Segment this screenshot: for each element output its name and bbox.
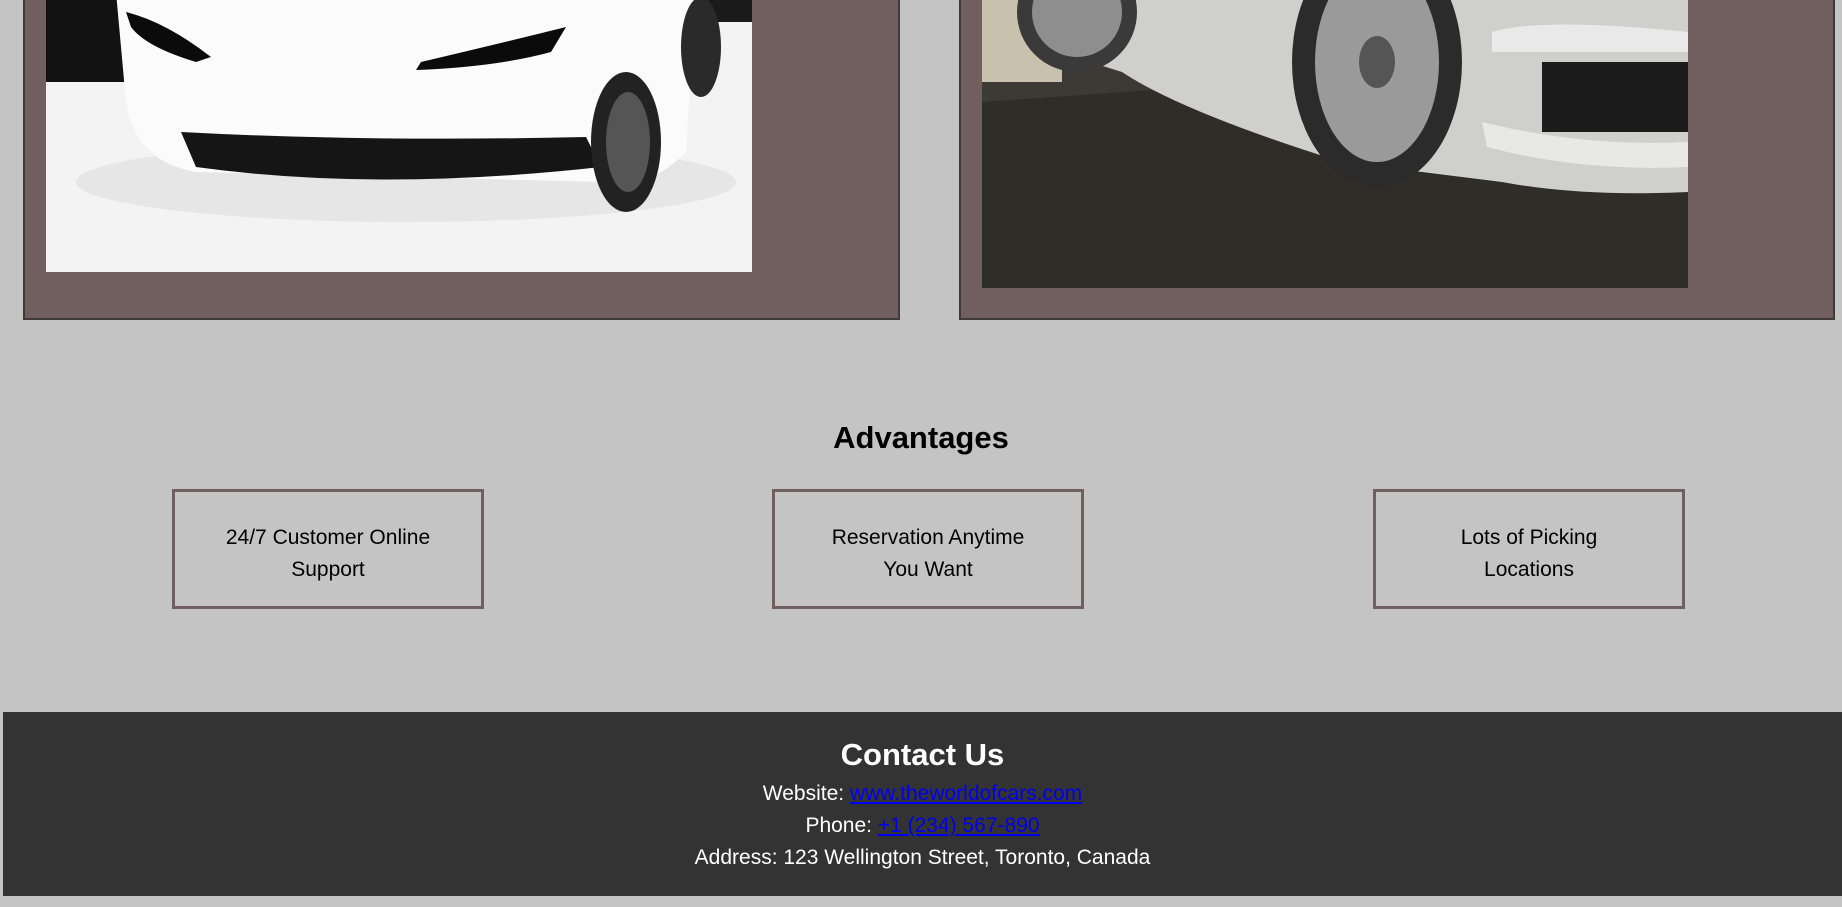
contact-footer: Contact Us Website: www.theworldofcars.c…: [3, 712, 1842, 896]
advantage-box-locations: Lots of Picking Locations: [1373, 489, 1685, 609]
advantage-box-reservation: Reservation Anytime You Want: [772, 489, 1084, 609]
advantages-heading: Advantages: [833, 420, 1009, 455]
address-line: Address: 123 Wellington Street, Toronto,…: [694, 846, 1151, 869]
website-line: Website: www.theworldofcars.com: [3, 778, 1842, 810]
advantage-label: Reservation Anytime You Want: [831, 526, 1025, 581]
phone-label: Phone:: [805, 814, 872, 837]
phone-line: Phone: +1 (234) 567-890: [3, 810, 1842, 842]
advantage-label: Lots of Picking Locations: [1460, 526, 1598, 581]
car-card-left: [23, 0, 900, 320]
advantage-label: 24/7 Customer Online Support: [225, 526, 431, 581]
phone-link[interactable]: +1 (234) 567-890: [878, 814, 1040, 837]
car-card-right: [959, 0, 1835, 320]
advantage-box-support: 24/7 Customer Online Support: [172, 489, 484, 609]
white-sports-car-image: [46, 0, 752, 272]
website-label: Website:: [762, 782, 845, 805]
contact-heading: Contact Us: [840, 737, 1005, 772]
silver-sports-car-image: [982, 0, 1688, 288]
page: Advantages 24/7 Customer Online Support …: [0, 0, 1842, 907]
website-link[interactable]: www.theworldofcars.com: [850, 782, 1082, 805]
